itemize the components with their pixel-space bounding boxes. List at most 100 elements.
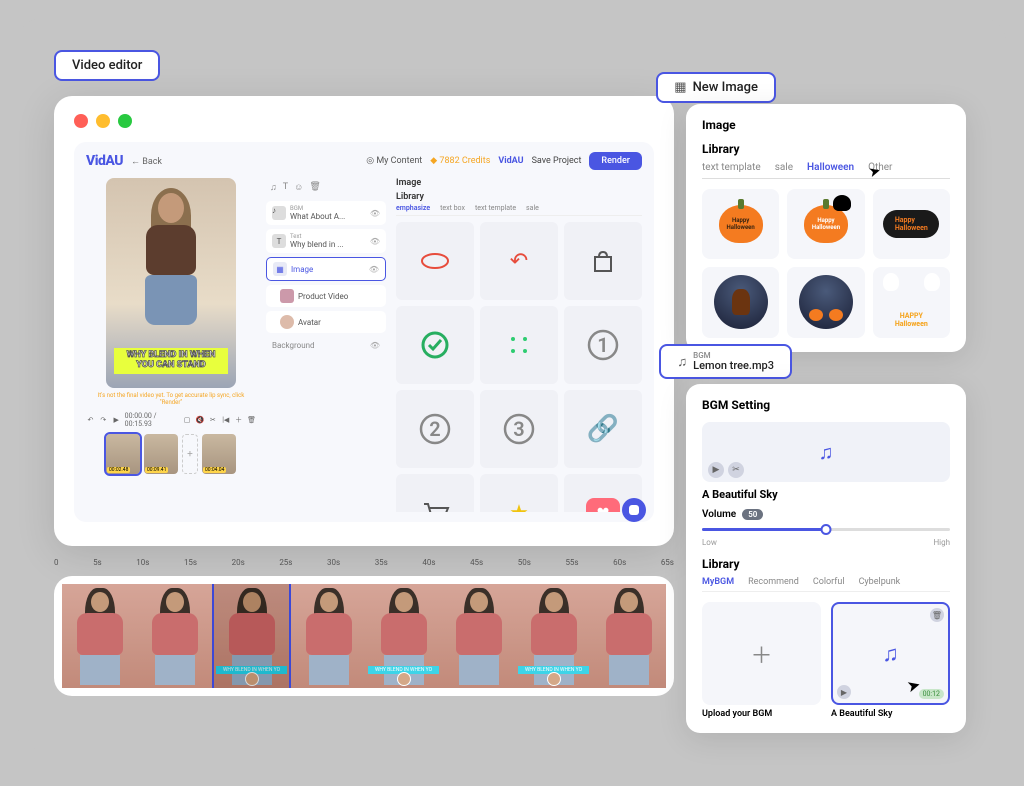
timeline-frame[interactable]: WHY BLEND IN WHEN YO <box>366 584 441 688</box>
music-tool-icon[interactable]: ♫ <box>270 182 277 193</box>
volume-slider[interactable] <box>702 522 950 536</box>
layer-product-video[interactable]: Product Video <box>266 285 386 307</box>
tab-text-template[interactable]: text template <box>702 162 761 173</box>
timeline-frame[interactable] <box>441 584 516 688</box>
timeline-frame-selected[interactable]: WHY BLEND IN WHEN YO <box>212 584 291 688</box>
undo-icon[interactable]: ↶ <box>86 415 95 425</box>
halloween-sticker-6[interactable]: HAPPYHalloween <box>873 267 950 337</box>
halloween-sticker-1[interactable]: HappyHalloween <box>702 189 779 259</box>
layer-background[interactable]: Background 👁 <box>266 337 386 354</box>
tab-emphasize[interactable]: emphasize <box>396 204 430 212</box>
minimize-icon[interactable] <box>96 114 110 128</box>
play-icon[interactable]: ▶ <box>708 462 724 478</box>
layer-avatar[interactable]: Avatar <box>266 311 386 333</box>
save-project-button[interactable]: Save Project <box>532 156 582 166</box>
maximize-icon[interactable] <box>118 114 132 128</box>
timeline-frame[interactable] <box>62 584 137 688</box>
tab-halloween[interactable]: Halloween <box>807 162 854 173</box>
my-content-link[interactable]: ◎ My Content <box>366 156 422 166</box>
image-icon: ▦ <box>674 80 686 95</box>
delete-icon[interactable]: 🗑 <box>930 608 944 622</box>
bgm-panel: BGM Setting ♫ ▶ ✂ A Beautiful Sky Volume… <box>686 384 966 733</box>
sticker-tool-icon[interactable]: ☺ <box>294 182 303 193</box>
credits-badge[interactable]: ◆ 7882 Credits <box>430 156 490 166</box>
sticker-number-3[interactable]: 3 <box>480 390 558 468</box>
sticker-link[interactable]: 🔗 <box>564 390 642 468</box>
tab-text-template[interactable]: text template <box>475 204 516 212</box>
preview-column: WHY BLEND IN WHEN YOU CAN STAND It's not… <box>86 178 256 512</box>
tab-sale[interactable]: sale <box>526 204 539 212</box>
image-panel: Image Library text template sale Hallowe… <box>686 104 966 352</box>
tab-cyberpunk[interactable]: Cybelpunk <box>859 577 901 587</box>
sticker-checkmark[interactable] <box>396 306 474 384</box>
layer-text[interactable]: T TextWhy blend in ... 👁 <box>266 229 386 253</box>
bgm-track-label: A Beautiful Sky <box>831 709 950 719</box>
close-icon[interactable] <box>74 114 88 128</box>
library-tabs: emphasize text box text template sale <box>396 204 642 216</box>
play-icon[interactable]: ▶ <box>837 685 851 699</box>
clip-1[interactable]: 00:02.48 <box>106 434 140 474</box>
timeline-frame[interactable] <box>591 584 666 688</box>
visibility-icon[interactable]: 👁 <box>370 341 380 350</box>
image-category-tabs: text template sale Halloween Other ➤ <box>702 162 950 179</box>
library-title: Image <box>396 178 642 188</box>
sticker-number-1[interactable]: 1 <box>564 306 642 384</box>
chat-fab[interactable] <box>622 498 646 522</box>
back-button[interactable]: ← Back <box>131 156 162 167</box>
layer-image[interactable]: ▦ Image 👁 <box>266 257 386 281</box>
upload-bgm-button[interactable]: ＋ <box>702 602 821 705</box>
timeline-strip[interactable]: WHY BLEND IN WHEN YO WHY BLEND IN WHEN Y… <box>54 576 674 696</box>
timeline-frame[interactable] <box>291 584 366 688</box>
image-icon: ▦ <box>273 262 287 276</box>
halloween-sticker-2[interactable]: HappyHalloween <box>787 189 864 259</box>
clip-2[interactable]: 00:09.41 <box>144 434 178 474</box>
tab-mybgm[interactable]: MyBGM <box>702 577 734 587</box>
app-shell: VidAU ← Back ◎ My Content ◆ 7882 Credits… <box>74 142 654 522</box>
timeline-frame[interactable] <box>137 584 212 688</box>
sticker-circle-scribble[interactable] <box>396 222 474 300</box>
sticker-star[interactable]: ★ <box>480 474 558 512</box>
halloween-sticker-5[interactable] <box>787 267 864 337</box>
panel-title: Image <box>702 118 950 132</box>
split-icon[interactable]: ✂ <box>208 415 217 425</box>
tab-sale[interactable]: sale <box>775 162 793 173</box>
bgm-library-title: Library <box>702 557 950 571</box>
svg-text:2: 2 <box>429 417 440 441</box>
visibility-icon[interactable]: 👁 <box>369 265 379 274</box>
redo-icon[interactable]: ↷ <box>99 415 108 425</box>
trash-icon[interactable]: 🗑 <box>247 415 256 425</box>
brand-badge: VidAU <box>498 156 523 166</box>
tab-colorful[interactable]: Colorful <box>813 577 845 587</box>
tab-textbox[interactable]: text box <box>440 204 465 212</box>
sticker-dots[interactable] <box>480 306 558 384</box>
trash-tool-icon[interactable]: 🗑 <box>309 182 320 193</box>
text-tool-icon[interactable]: T <box>283 182 288 193</box>
mute-icon[interactable]: 🔇 <box>196 415 205 425</box>
halloween-sticker-3[interactable]: HappyHalloween <box>873 189 950 259</box>
library-panel: Image Library emphasize text box text te… <box>396 178 642 512</box>
halloween-sticker-4[interactable] <box>702 267 779 337</box>
visibility-icon[interactable]: 👁 <box>370 209 380 218</box>
layer-bgm[interactable]: ♪ BGMWhat About A... 👁 <box>266 201 386 225</box>
cut-icon[interactable]: ✂ <box>728 462 744 478</box>
sticker-number-2[interactable]: 2 <box>396 390 474 468</box>
prev-icon[interactable]: |◀ <box>221 415 230 425</box>
sticker-cart[interactable] <box>396 474 474 512</box>
play-icon[interactable]: ▶ <box>112 415 121 425</box>
sticker-bag[interactable] <box>564 222 642 300</box>
volume-label: Volume <box>702 509 736 520</box>
clip-3[interactable]: 00:04.04 <box>202 434 236 474</box>
app-topbar: VidAU ← Back ◎ My Content ◆ 7882 Credits… <box>86 152 642 170</box>
timeline-frame[interactable]: WHY BLEND IN WHEN YO <box>516 584 591 688</box>
video-preview[interactable]: WHY BLEND IN WHEN YOU CAN STAND <box>106 178 236 388</box>
clip-add-button[interactable]: + <box>182 434 198 474</box>
sticker-arrow-curved[interactable]: ↶ <box>480 222 558 300</box>
tab-recommend[interactable]: Recommend <box>748 577 799 587</box>
bgm-track-item[interactable]: ♫ ▶ 00:12 🗑 ➤ <box>831 602 950 705</box>
render-button[interactable]: Render <box>589 152 642 170</box>
add-icon[interactable]: ＋ <box>234 415 243 425</box>
crop-icon[interactable]: ▢ <box>183 415 192 425</box>
visibility-icon[interactable]: 👁 <box>370 237 380 246</box>
bgm-preview[interactable]: ♫ ▶ ✂ <box>702 422 950 482</box>
layers-toolbar: ♫ T ☺ 🗑 <box>266 178 386 197</box>
